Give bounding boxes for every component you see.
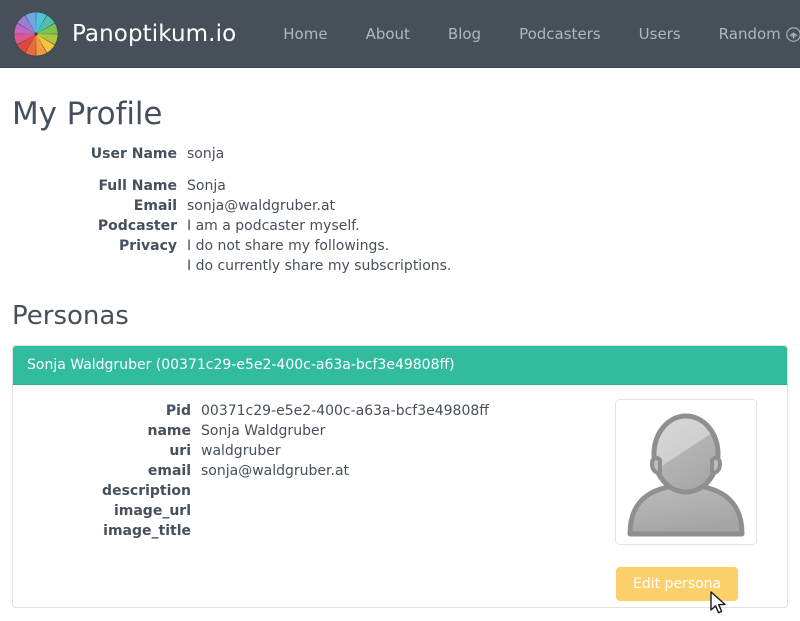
persona-value-email: sonja@waldgruber.at <box>201 463 350 479</box>
persona-row-description: description <box>13 481 615 501</box>
persona-label-image-title: image_title <box>103 523 191 539</box>
profile-value-podcaster: I am a podcaster myself. <box>187 218 360 234</box>
persona-row-name: name Sonja Waldgruber <box>13 421 615 441</box>
edit-persona-button[interactable]: Edit persona <box>616 567 739 601</box>
nav-item-about[interactable]: About <box>347 15 429 53</box>
persona-card-body: Pid 00371c29-e5e2-400c-a63a-bcf3e49808ff… <box>13 385 787 607</box>
color-wheel-logo-icon <box>13 10 59 57</box>
persona-label-name: name <box>147 423 192 439</box>
persona-row-image-url: image_url <box>13 501 615 521</box>
nav-item-users-label: Users <box>638 24 681 43</box>
persona-row-uri: uri waldgruber <box>13 441 615 461</box>
default-user-avatar-icon <box>627 413 745 537</box>
profile-value-fullname: Sonja <box>187 178 226 194</box>
profile-value-privacy: I do not share my followings. I do curre… <box>187 236 451 276</box>
persona-label-email: email <box>147 463 191 479</box>
profile-label-privacy: Privacy <box>119 238 177 254</box>
personas-section-title: Personas <box>12 301 129 331</box>
profile-row-privacy: Privacy I do not share my followings. I … <box>12 236 788 276</box>
profile-value-username: sonja <box>187 146 225 162</box>
persona-value-pid: 00371c29-e5e2-400c-a63a-bcf3e49808ff <box>201 403 489 419</box>
nav-item-home-label: Home <box>283 24 328 43</box>
persona-label-description: description <box>102 483 191 499</box>
nav-item-blog[interactable]: Blog <box>429 15 500 53</box>
nav-item-home[interactable]: Home <box>264 15 346 53</box>
persona-row-pid: Pid 00371c29-e5e2-400c-a63a-bcf3e49808ff <box>13 401 615 421</box>
profile-row-fullname: Full Name Sonja <box>12 176 788 196</box>
persona-label-image-url: image_url <box>113 503 191 519</box>
podcast-icon <box>785 27 800 42</box>
nav-item-users[interactable]: Users <box>620 15 700 53</box>
persona-row-image-title: image_title <box>13 521 615 541</box>
nav-item-blog-label: Blog <box>447 24 482 43</box>
nav-links: Home About Blog Podcasters Users Random <box>264 15 800 53</box>
nav-item-random-label: Random <box>718 24 781 43</box>
brand-title: Panoptikum.io <box>72 20 237 47</box>
persona-fields: Pid 00371c29-e5e2-400c-a63a-bcf3e49808ff… <box>13 399 615 607</box>
nav-item-podcasters-label: Podcasters <box>519 24 601 43</box>
privacy-subscriptions-text: I do currently share my subscriptions. <box>187 258 452 274</box>
profile-row-podcaster: Podcaster I am a podcaster myself. <box>12 216 788 236</box>
persona-row-email: email sonja@waldgruber.at <box>13 461 615 481</box>
profile-value-email: sonja@waldgruber.at <box>187 198 336 214</box>
profile-details: User Name sonja Full Name Sonja Email so… <box>12 144 788 276</box>
profile-label-fullname: Full Name <box>98 178 177 194</box>
nav-item-random[interactable]: Random <box>700 15 800 53</box>
profile-row-username: User Name sonja <box>12 144 788 164</box>
persona-label-uri: uri <box>169 443 191 459</box>
privacy-followings-text: I do not share my followings. <box>187 238 390 254</box>
row-spacer <box>12 164 788 176</box>
profile-label-username: User Name <box>90 146 177 162</box>
persona-media: Edit persona <box>615 399 787 607</box>
top-navbar: Panoptikum.io Home About Blog Podcasters… <box>0 0 800 68</box>
profile-row-email: Email sonja@waldgruber.at <box>12 196 788 216</box>
persona-avatar-frame <box>615 399 757 545</box>
persona-card: Sonja Waldgruber (00371c29-e5e2-400c-a63… <box>12 345 788 608</box>
persona-card-header: Sonja Waldgruber (00371c29-e5e2-400c-a63… <box>13 346 787 385</box>
persona-value-name: Sonja Waldgruber <box>201 423 326 439</box>
page-title: My Profile <box>12 96 163 132</box>
page-content: My Profile User Name sonja Full Name Son… <box>0 96 800 608</box>
brand-link[interactable]: Panoptikum.io <box>13 10 237 57</box>
nav-item-podcasters[interactable]: Podcasters <box>500 15 620 53</box>
profile-label-podcaster: Podcaster <box>97 218 177 234</box>
nav-item-about-label: About <box>365 24 410 43</box>
persona-value-uri: waldgruber <box>201 443 281 459</box>
persona-label-pid: Pid <box>165 403 191 419</box>
profile-label-email: Email <box>133 198 177 214</box>
